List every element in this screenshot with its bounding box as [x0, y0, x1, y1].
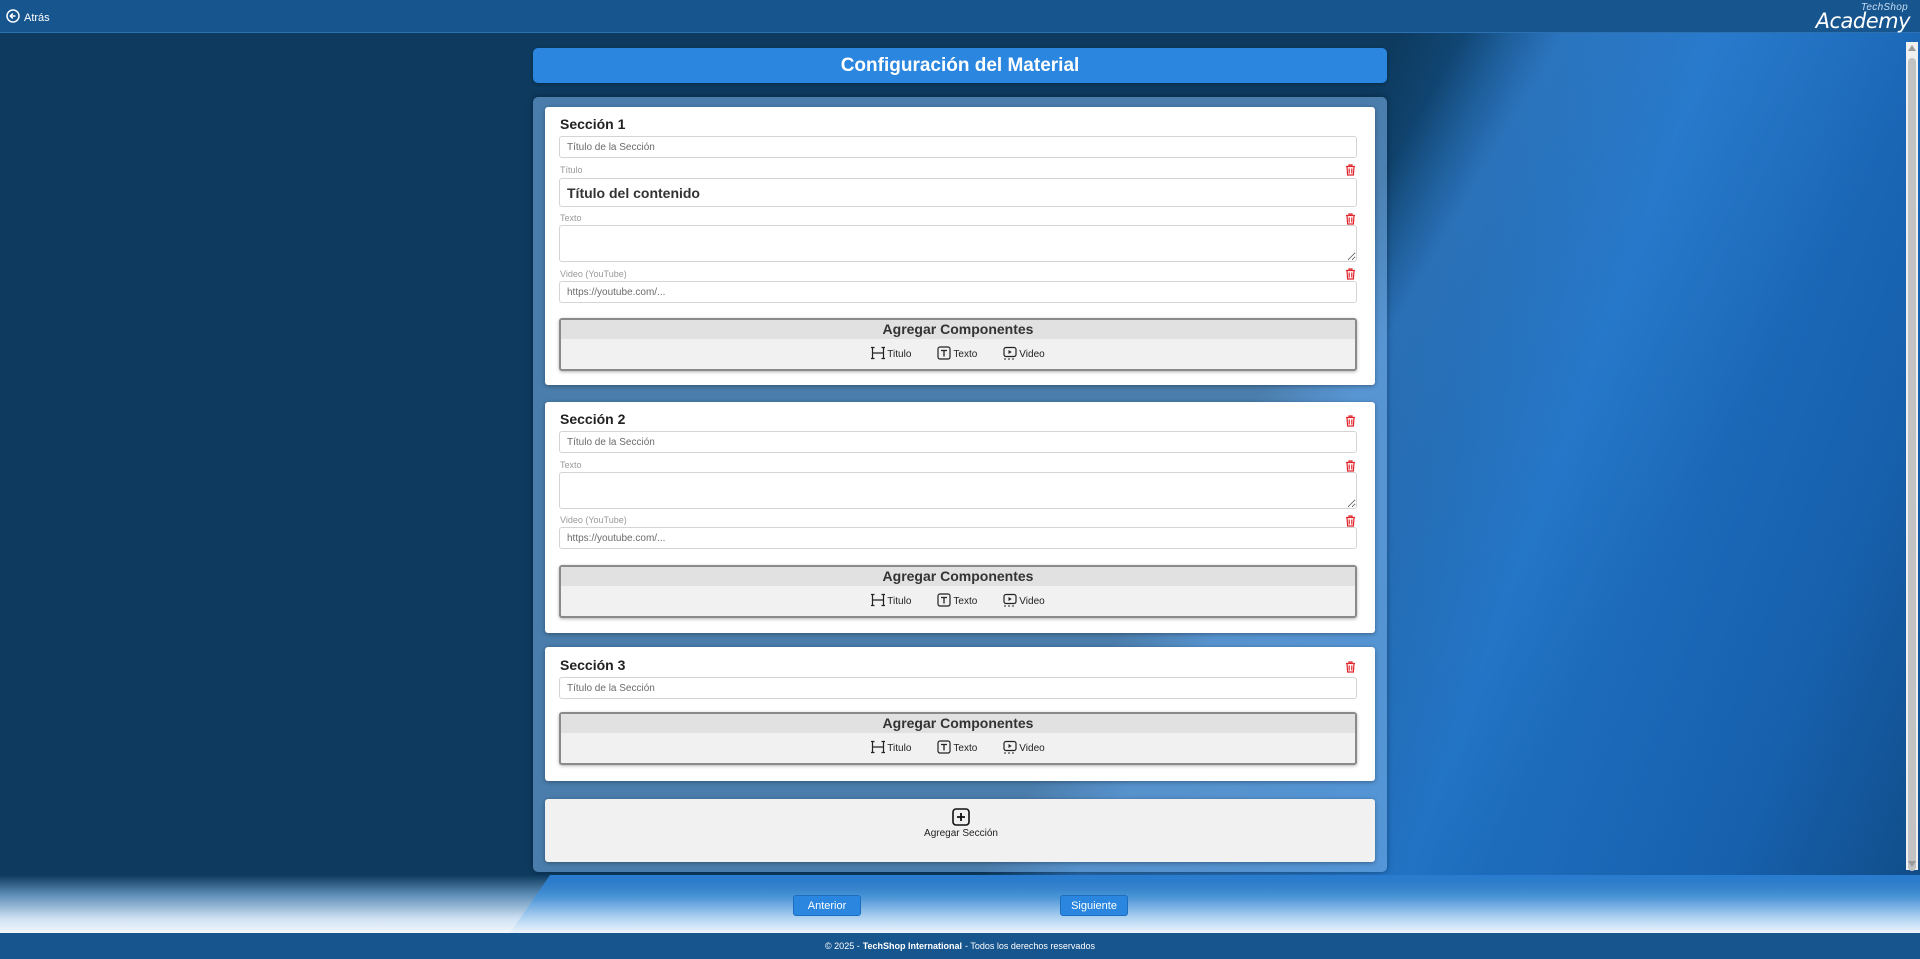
add-section-area: Agregar Sección — [545, 799, 1375, 862]
heading-icon — [871, 346, 886, 363]
video-icon — [1003, 346, 1017, 363]
add-components-box: Agregar Componentes Titulo Texto Video — [559, 565, 1357, 618]
add-section-button[interactable]: Agregar Sección — [921, 808, 1001, 854]
add-text-component-button[interactable]: Texto — [937, 346, 977, 363]
add-video-component-button[interactable]: Video — [1003, 740, 1045, 757]
trash-icon[interactable] — [1345, 267, 1356, 280]
next-button[interactable]: Siguiente — [1060, 895, 1128, 916]
add-section-label: Agregar Sección — [924, 828, 998, 839]
back-button[interactable]: Atrás — [6, 9, 50, 26]
trash-icon[interactable] — [1345, 459, 1356, 472]
text-content-textarea[interactable] — [559, 225, 1357, 262]
add-text-component-button[interactable]: Texto — [937, 593, 977, 610]
heading-icon — [871, 593, 886, 610]
footer: © 2025 - TechShop International - Todos … — [0, 933, 1920, 959]
page-title: Configuración del Material — [533, 48, 1387, 83]
section-title-input[interactable] — [559, 677, 1357, 699]
delete-section-trash-icon[interactable] — [1345, 660, 1356, 673]
scrollbar[interactable] — [1906, 42, 1918, 871]
add-title-component-button[interactable]: Titulo — [871, 346, 911, 363]
video-url-input[interactable] — [559, 281, 1357, 303]
section-title-input[interactable] — [559, 136, 1357, 158]
arrow-left-circle-icon — [6, 9, 20, 26]
material-config-panel: Sección 1 Título Texto Video (YouTube) A… — [533, 97, 1387, 872]
video-url-input[interactable] — [559, 527, 1357, 549]
delete-section-trash-icon[interactable] — [1345, 414, 1356, 427]
section-2: Sección 2 Texto Video (YouTube) Agregar … — [545, 402, 1375, 633]
trash-icon[interactable] — [1345, 212, 1356, 225]
field-label-video: Video (YouTube) — [560, 515, 627, 525]
top-bar: Atrás TechShop Academy — [0, 0, 1920, 33]
back-label: Atrás — [24, 11, 50, 24]
add-components-header: Agregar Componentes — [561, 714, 1355, 733]
plus-square-icon — [952, 808, 970, 826]
text-content-textarea[interactable] — [559, 472, 1357, 509]
scroll-up-arrow-icon[interactable] — [1908, 45, 1916, 51]
add-components-box: Agregar Componentes Titulo Texto Video — [559, 318, 1357, 371]
footer-copyright: © 2025 - — [825, 941, 860, 951]
field-label-texto: Texto — [560, 213, 582, 223]
section-title: Sección 3 — [560, 657, 626, 673]
section-title: Sección 1 — [560, 116, 626, 132]
field-label-texto: Texto — [560, 460, 582, 470]
previous-button[interactable]: Anterior — [793, 895, 861, 916]
footer-rights: - Todos los derechos reservados — [965, 941, 1095, 951]
scroll-down-arrow-icon[interactable] — [1908, 861, 1916, 867]
heading-icon — [871, 740, 886, 757]
video-icon — [1003, 593, 1017, 610]
footer-company: TechShop International — [862, 941, 963, 951]
section-3: Sección 3 Agregar Componentes Titulo Tex… — [545, 647, 1375, 781]
bottom-decoration — [0, 875, 1920, 933]
add-text-component-button[interactable]: Texto — [937, 740, 977, 757]
logo-large-text: Academy — [1815, 9, 1911, 33]
title-content-input[interactable] — [559, 178, 1357, 207]
academy-logo: TechShop Academy — [1798, 2, 1911, 33]
add-components-header: Agregar Componentes — [561, 320, 1355, 339]
field-label-video: Video (YouTube) — [560, 269, 627, 279]
text-box-icon — [937, 740, 951, 757]
add-components-box: Agregar Componentes Titulo Texto Video — [559, 712, 1357, 765]
video-icon — [1003, 740, 1017, 757]
trash-icon[interactable] — [1345, 514, 1356, 527]
field-label-titulo: Título — [560, 165, 583, 175]
section-1: Sección 1 Título Texto Video (YouTube) A… — [545, 107, 1375, 385]
trash-icon[interactable] — [1345, 163, 1356, 176]
text-box-icon — [937, 346, 951, 363]
add-title-component-button[interactable]: Titulo — [871, 593, 911, 610]
add-title-component-button[interactable]: Titulo — [871, 740, 911, 757]
add-components-header: Agregar Componentes — [561, 567, 1355, 586]
add-video-component-button[interactable]: Video — [1003, 346, 1045, 363]
section-title-input[interactable] — [559, 431, 1357, 453]
section-title: Sección 2 — [560, 411, 626, 427]
text-box-icon — [937, 593, 951, 610]
add-video-component-button[interactable]: Video — [1003, 593, 1045, 610]
scrollbar-thumb[interactable] — [1908, 58, 1916, 871]
